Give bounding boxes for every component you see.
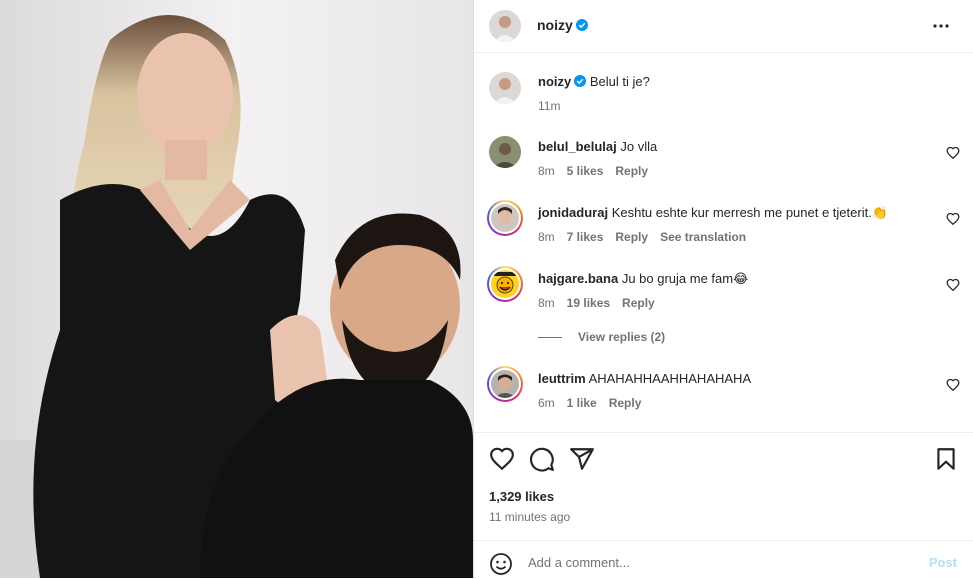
view-replies-line [538,337,562,339]
comment-text: jonidaduraj Keshtu eshte kur merresh me … [538,205,888,222]
like-heart-icon[interactable] [489,446,515,472]
caption-meta: 11m [538,99,572,113]
laughing-emoji: 😂 [733,272,749,287]
action-bar [474,433,973,481]
reply-button[interactable]: Reply [615,164,648,178]
more-icon[interactable] [931,16,951,36]
caption-time: 11m [538,99,561,113]
commenter-avatar[interactable] [491,270,519,298]
comment-body: Keshtu eshte kur merresh me punet e tjet… [611,205,872,220]
clap-emoji: 👏 [871,206,889,221]
verified-icon [575,19,588,31]
comment-likes[interactable]: 7 likes [567,230,604,244]
view-replies-label[interactable]: View replies (2) [578,330,665,344]
heart-icon[interactable] [946,146,960,160]
author-avatar-small[interactable] [489,72,521,104]
comment-time: 8m [538,296,555,310]
caption-body: Belul ti je? [589,74,650,89]
commenter-avatar[interactable] [491,204,519,232]
comment-likes[interactable]: 19 likes [567,296,610,310]
commenter-avatar[interactable] [491,370,519,398]
heart-icon[interactable] [946,278,960,292]
post-panel: noizy noizy Belul ti je? 11m belul_belul… [473,0,973,578]
comment-icon[interactable] [529,446,555,472]
caption-username[interactable]: noizy [538,74,571,89]
story-ring[interactable] [487,366,523,402]
reply-button[interactable]: Reply [615,230,648,244]
reply-button[interactable]: Reply [609,396,642,410]
commenter-avatar[interactable] [489,136,521,168]
comment-time: 8m [538,164,555,178]
comment-body: Jo vlla [620,139,658,154]
comment-likes[interactable]: 5 likes [567,164,604,178]
comment-meta: 8m 7 likes Reply See translation [538,230,758,244]
comment-meta: 8m 5 likes Reply [538,164,660,178]
reply-button[interactable]: Reply [622,296,655,310]
author-username-text[interactable]: noizy [537,17,573,33]
comment-body: AHAHAHHAAHHAHAHAHA [588,371,752,386]
story-ring[interactable] [487,266,523,302]
caption-text: noizy Belul ti je? [538,74,650,90]
post-header: noizy [474,0,973,53]
post-photo [0,0,473,578]
author-username[interactable]: noizy [537,17,588,33]
comment-meta: 6m 1 like Reply [538,396,653,410]
bookmark-icon[interactable] [933,446,959,472]
comment-username[interactable]: hajgare.bana [538,271,618,286]
story-ring[interactable] [487,200,523,236]
post-button[interactable]: Post [929,555,957,570]
comment-text: hajgare.bana Ju bo gruja me fam😂 [538,271,748,288]
comment-body: Ju bo gruja me fam [621,271,734,286]
comments-list: noizy Belul ti je? 11m belul_belulaj Jo … [474,52,973,433]
comment-likes[interactable]: 1 like [567,396,597,410]
add-comment-bar: Post [474,540,973,579]
comment-text: belul_belulaj Jo vlla [538,139,657,155]
comment-text: leuttrim AHAHAHHAAHHAHAHAHA [538,371,751,387]
verified-icon [574,75,587,87]
comment-meta: 8m 19 likes Reply [538,296,667,310]
comment-time: 8m [538,230,555,244]
comment-username[interactable]: jonidaduraj [538,205,608,220]
author-avatar[interactable] [489,10,521,42]
comment-username[interactable]: leuttrim [538,371,586,386]
heart-icon[interactable] [946,212,960,226]
heart-icon[interactable] [946,378,960,392]
comment-time: 6m [538,396,555,410]
view-replies-button[interactable]: View replies (2) [538,330,665,344]
post-timestamp[interactable]: 11 minutes ago [489,510,570,524]
comment-input[interactable] [528,549,888,575]
likes-count[interactable]: 1,329 likes [489,489,554,504]
comment-username[interactable]: belul_belulaj [538,139,617,154]
see-translation-button[interactable]: See translation [660,230,746,244]
emoji-icon[interactable] [489,552,513,576]
share-icon[interactable] [569,446,595,472]
post-photo-image [0,0,473,578]
